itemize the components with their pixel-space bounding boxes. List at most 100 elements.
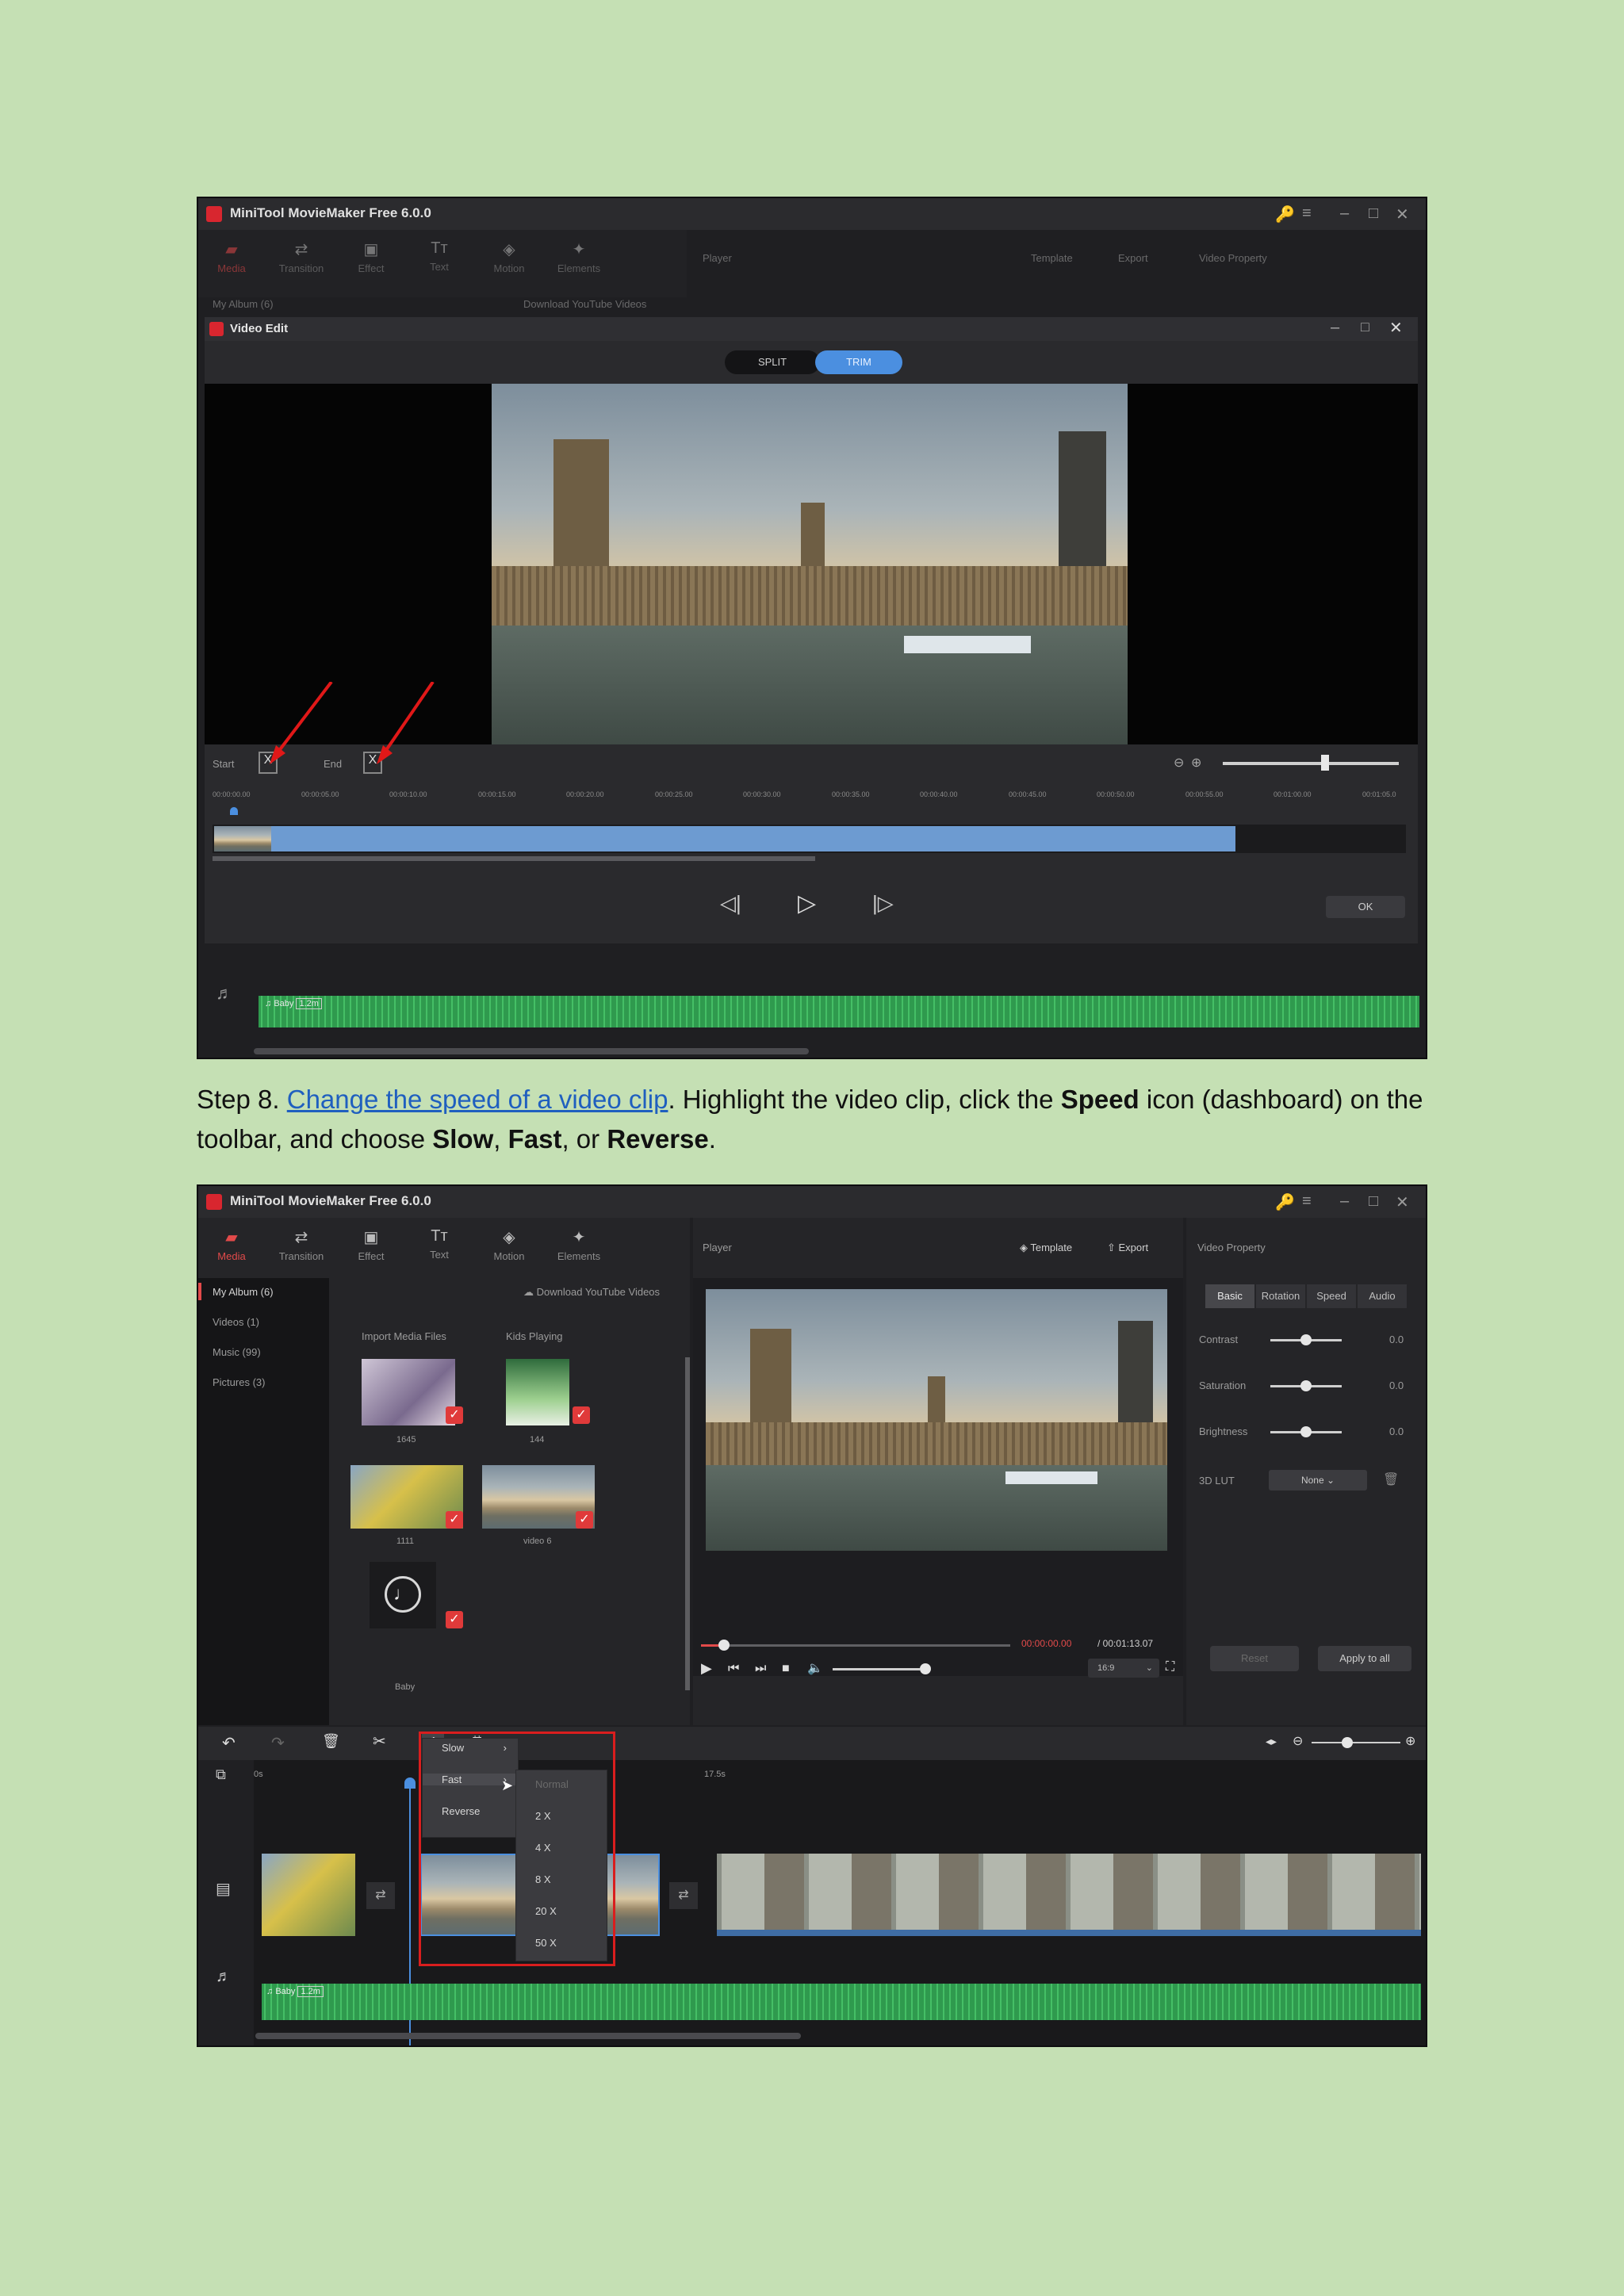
prev-frame-icon[interactable]: ◁| [720, 891, 741, 916]
paragraph-text: , [493, 1124, 508, 1154]
album-item-music[interactable]: Music (99) [213, 1346, 261, 1358]
trim-tab[interactable]: TRIM [815, 350, 902, 374]
maximize-icon[interactable]: □ [1369, 205, 1378, 223]
close-icon[interactable]: ✕ [1396, 1192, 1409, 1212]
play-icon[interactable]: ▶ [701, 1660, 712, 1677]
timeline-clip-video-6[interactable] [717, 1854, 1421, 1936]
menu-icon[interactable]: ≡ [1302, 1192, 1312, 1211]
trash-icon[interactable]: 🗑 [1383, 1471, 1399, 1487]
menu-icon[interactable]: ≡ [1302, 205, 1312, 223]
aspect-ratio-select[interactable]: 16:9 ⌄ [1088, 1659, 1159, 1678]
close-icon[interactable]: ✕ [1396, 205, 1409, 224]
redo-icon[interactable]: ↷ [271, 1733, 285, 1753]
tab-rotation[interactable]: Rotation [1256, 1284, 1305, 1308]
trim-scrollbar[interactable] [213, 856, 815, 861]
transition-icon[interactable]: ⇄ [669, 1882, 698, 1909]
timeline-clip-1111[interactable] [262, 1854, 355, 1936]
contrast-knob[interactable] [1300, 1334, 1312, 1345]
audio-waveform[interactable] [259, 996, 1419, 1027]
stop-icon[interactable]: ■ [782, 1662, 790, 1676]
import-media-label[interactable]: Import Media Files [362, 1330, 446, 1342]
minimize-icon[interactable]: – [1340, 205, 1349, 223]
key-icon[interactable]: 🔑 [1275, 1192, 1295, 1212]
download-youtube-link[interactable]: Download YouTube Videos [523, 298, 646, 310]
dialog-close-icon[interactable]: ✕ [1389, 318, 1403, 338]
add-track-icon[interactable]: ⧉ [216, 1766, 226, 1783]
download-youtube-link[interactable]: ☁ Download YouTube Videos [523, 1286, 660, 1299]
nav-effect[interactable]: ▣ Effect [339, 239, 403, 274]
zoom-out-icon[interactable]: ⊖ [1174, 755, 1184, 771]
playhead-marker[interactable] [404, 1777, 416, 1789]
delete-icon[interactable]: 🗑 [322, 1733, 340, 1750]
timeline-scrollbar[interactable] [255, 2033, 801, 2039]
nav-motion[interactable]: ◈ Motion [477, 239, 541, 274]
playhead-marker[interactable] [230, 807, 238, 815]
timeline-zoom-knob[interactable] [1342, 1737, 1353, 1748]
media-scrollbar[interactable] [685, 1357, 690, 1690]
speed-change-link[interactable]: Change the speed of a video clip [287, 1085, 668, 1114]
zoom-out-icon[interactable]: ⊖ [1293, 1733, 1303, 1749]
export-button[interactable]: ⇧ Export [1107, 1242, 1148, 1254]
split-icon[interactable]: ✂ [373, 1732, 386, 1751]
contrast-label: Contrast [1199, 1334, 1239, 1345]
timeline-zoom-slider[interactable] [1312, 1742, 1400, 1743]
nav-motion[interactable]: ◈ Motion [477, 1227, 541, 1262]
media-thumb-1645[interactable] [362, 1359, 455, 1425]
next-frame-icon[interactable]: |▷ [872, 891, 894, 916]
album-item-videos[interactable]: Videos (1) [213, 1316, 259, 1328]
ok-button[interactable]: OK [1326, 896, 1405, 918]
trimmed-range[interactable] [271, 826, 1235, 851]
minimize-icon[interactable]: – [1340, 1192, 1349, 1211]
nav-text[interactable]: Tт Text [408, 239, 471, 273]
nav-effect[interactable]: ▣ Effect [339, 1227, 403, 1262]
fit-icon[interactable]: ◂▸ [1266, 1735, 1277, 1748]
video-edit-dialog: Video Edit – □ ✕ SPLIT TRIM Start X End … [205, 317, 1418, 943]
template-button[interactable]: ◈ Template [1020, 1242, 1072, 1254]
album-item-pictures[interactable]: Pictures (3) [213, 1376, 265, 1388]
audio-waveform[interactable] [262, 1984, 1421, 2020]
nav-media[interactable]: ▰ Media [200, 1227, 263, 1262]
nav-text[interactable]: Tт Text [408, 1227, 471, 1261]
nav-media[interactable]: ▰ Media [200, 239, 263, 274]
reset-button[interactable]: Reset [1210, 1646, 1299, 1671]
saturation-knob[interactable] [1300, 1380, 1312, 1391]
progress-track[interactable] [701, 1644, 1010, 1647]
zoom-in-icon[interactable]: ⊕ [1191, 755, 1201, 771]
transition-icon[interactable]: ⇄ [366, 1882, 395, 1909]
zoom-slider[interactable] [1223, 762, 1399, 765]
export-button[interactable]: Export [1118, 252, 1148, 264]
prev-icon[interactable]: ⏮ [728, 1662, 739, 1676]
timeline-scrollbar[interactable] [254, 1048, 809, 1054]
brightness-knob[interactable] [1300, 1426, 1312, 1437]
volume-slider[interactable] [833, 1668, 920, 1670]
template-button[interactable]: Template [1031, 252, 1073, 264]
media-thumb-144[interactable] [506, 1359, 569, 1425]
key-icon[interactable]: 🔑 [1275, 205, 1295, 224]
checked-icon: ✓ [446, 1406, 463, 1424]
nav-elements[interactable]: ✦ Elements [547, 1227, 611, 1262]
zoom-slider-knob[interactable] [1321, 755, 1329, 771]
volume-icon[interactable]: 🔈 [807, 1660, 823, 1676]
lut-select[interactable]: None ⌄ [1269, 1470, 1367, 1490]
undo-icon[interactable]: ↶ [222, 1733, 236, 1753]
media-thumb-baby[interactable]: ♩ [370, 1562, 436, 1628]
next-icon[interactable]: ⏭ [755, 1662, 766, 1676]
album-label[interactable]: My Album (6) [213, 298, 274, 310]
nav-transition[interactable]: ⇄ Transition [270, 1227, 333, 1262]
maximize-icon[interactable]: □ [1369, 1192, 1378, 1211]
dialog-maximize-icon[interactable]: □ [1361, 319, 1369, 335]
zoom-in-icon[interactable]: ⊕ [1405, 1733, 1415, 1749]
nav-transition[interactable]: ⇄ Transition [270, 239, 333, 274]
tab-basic[interactable]: Basic [1205, 1284, 1254, 1308]
dialog-minimize-icon[interactable]: – [1331, 319, 1339, 337]
apply-to-all-button[interactable]: Apply to all [1318, 1646, 1411, 1671]
play-icon[interactable]: ▷ [798, 890, 816, 917]
split-tab[interactable]: SPLIT [725, 350, 820, 374]
volume-knob[interactable] [920, 1663, 931, 1674]
fullscreen-icon[interactable]: ⛶ [1166, 1660, 1174, 1674]
tab-audio[interactable]: Audio [1358, 1284, 1407, 1308]
album-item-my-album[interactable]: My Album (6) [213, 1286, 274, 1298]
tab-speed[interactable]: Speed [1307, 1284, 1356, 1308]
nav-elements[interactable]: ✦ Elements [547, 239, 611, 274]
progress-knob[interactable] [718, 1640, 730, 1651]
